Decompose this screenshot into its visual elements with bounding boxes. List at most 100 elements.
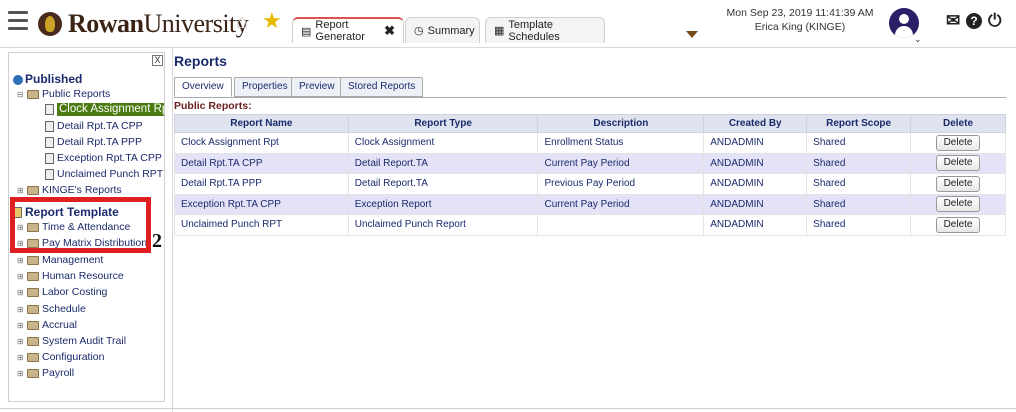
column-header[interactable]: Report Type bbox=[347, 114, 539, 133]
home-icon[interactable]: ⌂ bbox=[236, 12, 248, 32]
tree-label: Clock Assignment Rpt bbox=[57, 103, 164, 116]
expand-icon[interactable]: ⊞ bbox=[17, 270, 26, 283]
table-row[interactable]: Unclaimed Punch RPT Unclaimed Punch Repo… bbox=[174, 214, 1006, 236]
tree-template-system-audit-trail[interactable]: ⊞ System Audit Trail bbox=[17, 335, 126, 348]
table-header-row: Report Name Report Type Description Crea… bbox=[174, 114, 1006, 133]
mail-icon[interactable]: ✉ bbox=[946, 12, 960, 30]
favorite-star-icon[interactable]: ★ bbox=[262, 10, 282, 32]
bottom-border bbox=[0, 408, 1016, 409]
tree-template-management[interactable]: ⊞ Management bbox=[17, 254, 103, 267]
cell-scope: Shared bbox=[806, 173, 912, 195]
tab-report-generator[interactable]: ▤ Report Generator ✖ bbox=[292, 17, 404, 43]
table-row[interactable]: Clock Assignment Rpt Clock Assignment En… bbox=[174, 132, 1006, 154]
tree-template-accrual[interactable]: ⊞ Accrual bbox=[17, 319, 77, 332]
tree-item-unclaimed-punch[interactable]: Unclaimed Punch RPT bbox=[45, 168, 163, 181]
tree-label: KINGE's Reports bbox=[42, 184, 122, 196]
tree-template-configuration[interactable]: ⊞ Configuration bbox=[17, 351, 104, 364]
tree-label: Human Resource bbox=[42, 270, 124, 282]
tree-item-detail-cpp[interactable]: Detail Rpt.TA CPP bbox=[45, 120, 143, 133]
expand-icon[interactable]: ⊞ bbox=[17, 184, 26, 197]
tree-user-reports[interactable]: ⊞ KINGE's Reports bbox=[17, 184, 122, 197]
tab-stored-reports[interactable]: Stored Reports bbox=[340, 77, 424, 97]
collapse-icon[interactable]: ⊟ bbox=[17, 88, 26, 101]
tab-summary[interactable]: ◷ Summary bbox=[405, 17, 480, 43]
expand-icon[interactable]: ⊞ bbox=[17, 303, 26, 316]
expand-icon[interactable]: ⊞ bbox=[17, 319, 26, 332]
annotation-highlight-box bbox=[10, 197, 151, 253]
expand-icon[interactable]: ⊞ bbox=[17, 351, 26, 364]
power-icon[interactable]: ⏻ bbox=[988, 12, 1001, 30]
expand-icon[interactable]: ⊞ bbox=[17, 367, 26, 380]
cell-scope: Shared bbox=[806, 132, 912, 154]
page-title: Reports bbox=[174, 53, 227, 69]
expand-icon[interactable]: ⊞ bbox=[17, 335, 26, 348]
delete-button[interactable]: Delete bbox=[935, 196, 981, 213]
tree-label: Payroll bbox=[42, 367, 75, 379]
calendar-icon: ▦ bbox=[494, 25, 505, 37]
cell-description: Previous Pay Period bbox=[537, 173, 705, 195]
cell-report-type: Detail Report.TA bbox=[347, 173, 539, 195]
cell-scope: Shared bbox=[806, 193, 912, 215]
tree-label: Detail Rpt.TA PPP bbox=[57, 136, 143, 148]
table-row[interactable]: Detail Rpt.TA PPP Detail Report.TA Previ… bbox=[174, 173, 1006, 195]
tree-template-labor-costing[interactable]: ⊞ Labor Costing bbox=[17, 286, 107, 299]
expand-icon[interactable]: ⊞ bbox=[17, 254, 26, 267]
tab-template-schedules[interactable]: ▦ Template Schedules bbox=[485, 17, 605, 43]
brand-bold: Rowan bbox=[68, 9, 144, 38]
folder-icon bbox=[27, 305, 39, 314]
column-header[interactable]: Report Name bbox=[174, 114, 349, 133]
tree-label: Public Reports bbox=[42, 88, 111, 100]
expand-icon[interactable]: ⊞ bbox=[17, 286, 26, 299]
delete-button[interactable]: Delete bbox=[935, 155, 981, 172]
delete-button[interactable]: Delete bbox=[935, 134, 981, 151]
folder-icon bbox=[27, 321, 39, 330]
tree-template-schedule[interactable]: ⊞ Schedule bbox=[17, 303, 86, 316]
close-tab-icon[interactable]: ✖ bbox=[384, 23, 395, 39]
cell-report-type: Unclaimed Punch Report bbox=[347, 214, 539, 236]
tree-item-exception-cpp[interactable]: Exception Rpt.TA CPP bbox=[45, 152, 162, 165]
column-header: Delete bbox=[910, 114, 1006, 133]
cell-report-name[interactable]: Clock Assignment Rpt bbox=[174, 132, 349, 154]
tabs-dropdown-icon[interactable] bbox=[686, 31, 698, 38]
chevron-down-icon[interactable]: ⌄ bbox=[914, 34, 922, 45]
cell-delete: Delete bbox=[910, 132, 1006, 154]
hamburger-menu-icon[interactable] bbox=[8, 11, 28, 33]
cell-created-by: ANDADMIN bbox=[703, 152, 808, 174]
column-header[interactable]: Report Scope bbox=[806, 114, 912, 133]
cell-report-type: Detail Report.TA bbox=[347, 152, 539, 174]
table-row[interactable]: Detail Rpt.TA CPP Detail Report.TA Curre… bbox=[174, 152, 1006, 174]
globe-icon bbox=[13, 74, 23, 85]
column-header[interactable]: Created By bbox=[703, 114, 808, 133]
cell-description: Current Pay Period bbox=[537, 193, 705, 215]
tree-item-clock-assignment[interactable]: Clock Assignment Rpt bbox=[45, 103, 164, 116]
cell-report-name[interactable]: Unclaimed Punch RPT bbox=[174, 214, 349, 236]
cell-report-name[interactable]: Exception Rpt.TA CPP bbox=[174, 193, 349, 215]
tree-template-human-resource[interactable]: ⊞ Human Resource bbox=[17, 270, 124, 283]
tab-properties[interactable]: Properties bbox=[234, 77, 296, 97]
cell-created-by: ANDADMIN bbox=[703, 193, 808, 215]
cell-report-name[interactable]: Detail Rpt.TA CPP bbox=[174, 152, 349, 174]
public-reports-table: Report Name Report Type Description Crea… bbox=[174, 114, 1006, 236]
tab-overview[interactable]: Overview bbox=[174, 77, 232, 97]
report-file-icon bbox=[45, 153, 54, 164]
delete-button[interactable]: Delete bbox=[935, 175, 981, 192]
cell-description bbox=[537, 214, 705, 236]
cell-report-type: Exception Report bbox=[347, 193, 539, 215]
tree-public-reports[interactable]: ⊟ Public Reports bbox=[17, 88, 110, 101]
column-header[interactable]: Description bbox=[537, 114, 705, 133]
folder-icon bbox=[27, 369, 39, 378]
tab-preview[interactable]: Preview bbox=[291, 77, 343, 97]
tree-template-payroll[interactable]: ⊞ Payroll bbox=[17, 367, 74, 380]
tree-label: Detail Rpt.TA CPP bbox=[57, 120, 143, 132]
close-panel-icon[interactable]: X bbox=[152, 55, 163, 66]
cell-report-name[interactable]: Detail Rpt.TA PPP bbox=[174, 173, 349, 195]
clock-icon: ◷ bbox=[414, 25, 424, 37]
help-icon[interactable]: ? bbox=[966, 13, 982, 29]
tree-item-detail-ppp[interactable]: Detail Rpt.TA PPP bbox=[45, 136, 142, 149]
tab-label: Summary bbox=[427, 24, 475, 37]
delete-button[interactable]: Delete bbox=[935, 216, 981, 233]
cell-report-type: Clock Assignment bbox=[347, 132, 539, 154]
table-row[interactable]: Exception Rpt.TA CPP Exception Report Cu… bbox=[174, 193, 1006, 215]
tree-published[interactable]: Published bbox=[13, 73, 82, 86]
tab-label: Template Schedules bbox=[508, 18, 560, 43]
